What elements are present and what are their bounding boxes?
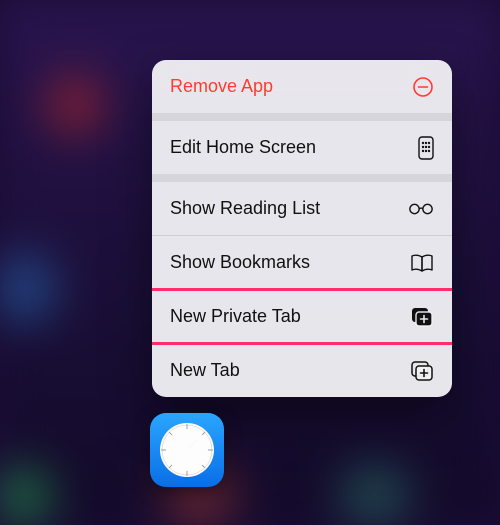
menu-item-label: Remove App bbox=[170, 76, 408, 97]
context-menu: Remove App Edit Home Screen Show Reading… bbox=[152, 60, 452, 397]
safari-app-icon[interactable] bbox=[150, 413, 224, 487]
show-reading-list-button[interactable]: Show Reading List bbox=[152, 182, 452, 235]
menu-item-label: Edit Home Screen bbox=[170, 137, 408, 158]
compass-icon bbox=[156, 419, 218, 481]
remove-icon bbox=[408, 76, 434, 98]
show-bookmarks-button[interactable]: Show Bookmarks bbox=[152, 236, 452, 289]
menu-item-label: New Tab bbox=[170, 360, 408, 381]
book-icon bbox=[408, 253, 434, 273]
menu-separator bbox=[152, 113, 452, 121]
glasses-icon bbox=[408, 202, 434, 216]
remove-app-button[interactable]: Remove App bbox=[152, 60, 452, 113]
private-tab-plus-icon bbox=[408, 306, 434, 328]
edit-home-screen-button[interactable]: Edit Home Screen bbox=[152, 121, 452, 174]
new-private-tab-button[interactable]: New Private Tab bbox=[152, 290, 452, 343]
menu-item-label: Show Reading List bbox=[170, 198, 408, 219]
tab-plus-icon bbox=[408, 360, 434, 382]
menu-separator bbox=[152, 174, 452, 182]
apps-icon bbox=[408, 136, 434, 160]
menu-item-label: New Private Tab bbox=[170, 306, 408, 327]
menu-item-label: Show Bookmarks bbox=[170, 252, 408, 273]
new-tab-button[interactable]: New Tab bbox=[152, 344, 452, 397]
